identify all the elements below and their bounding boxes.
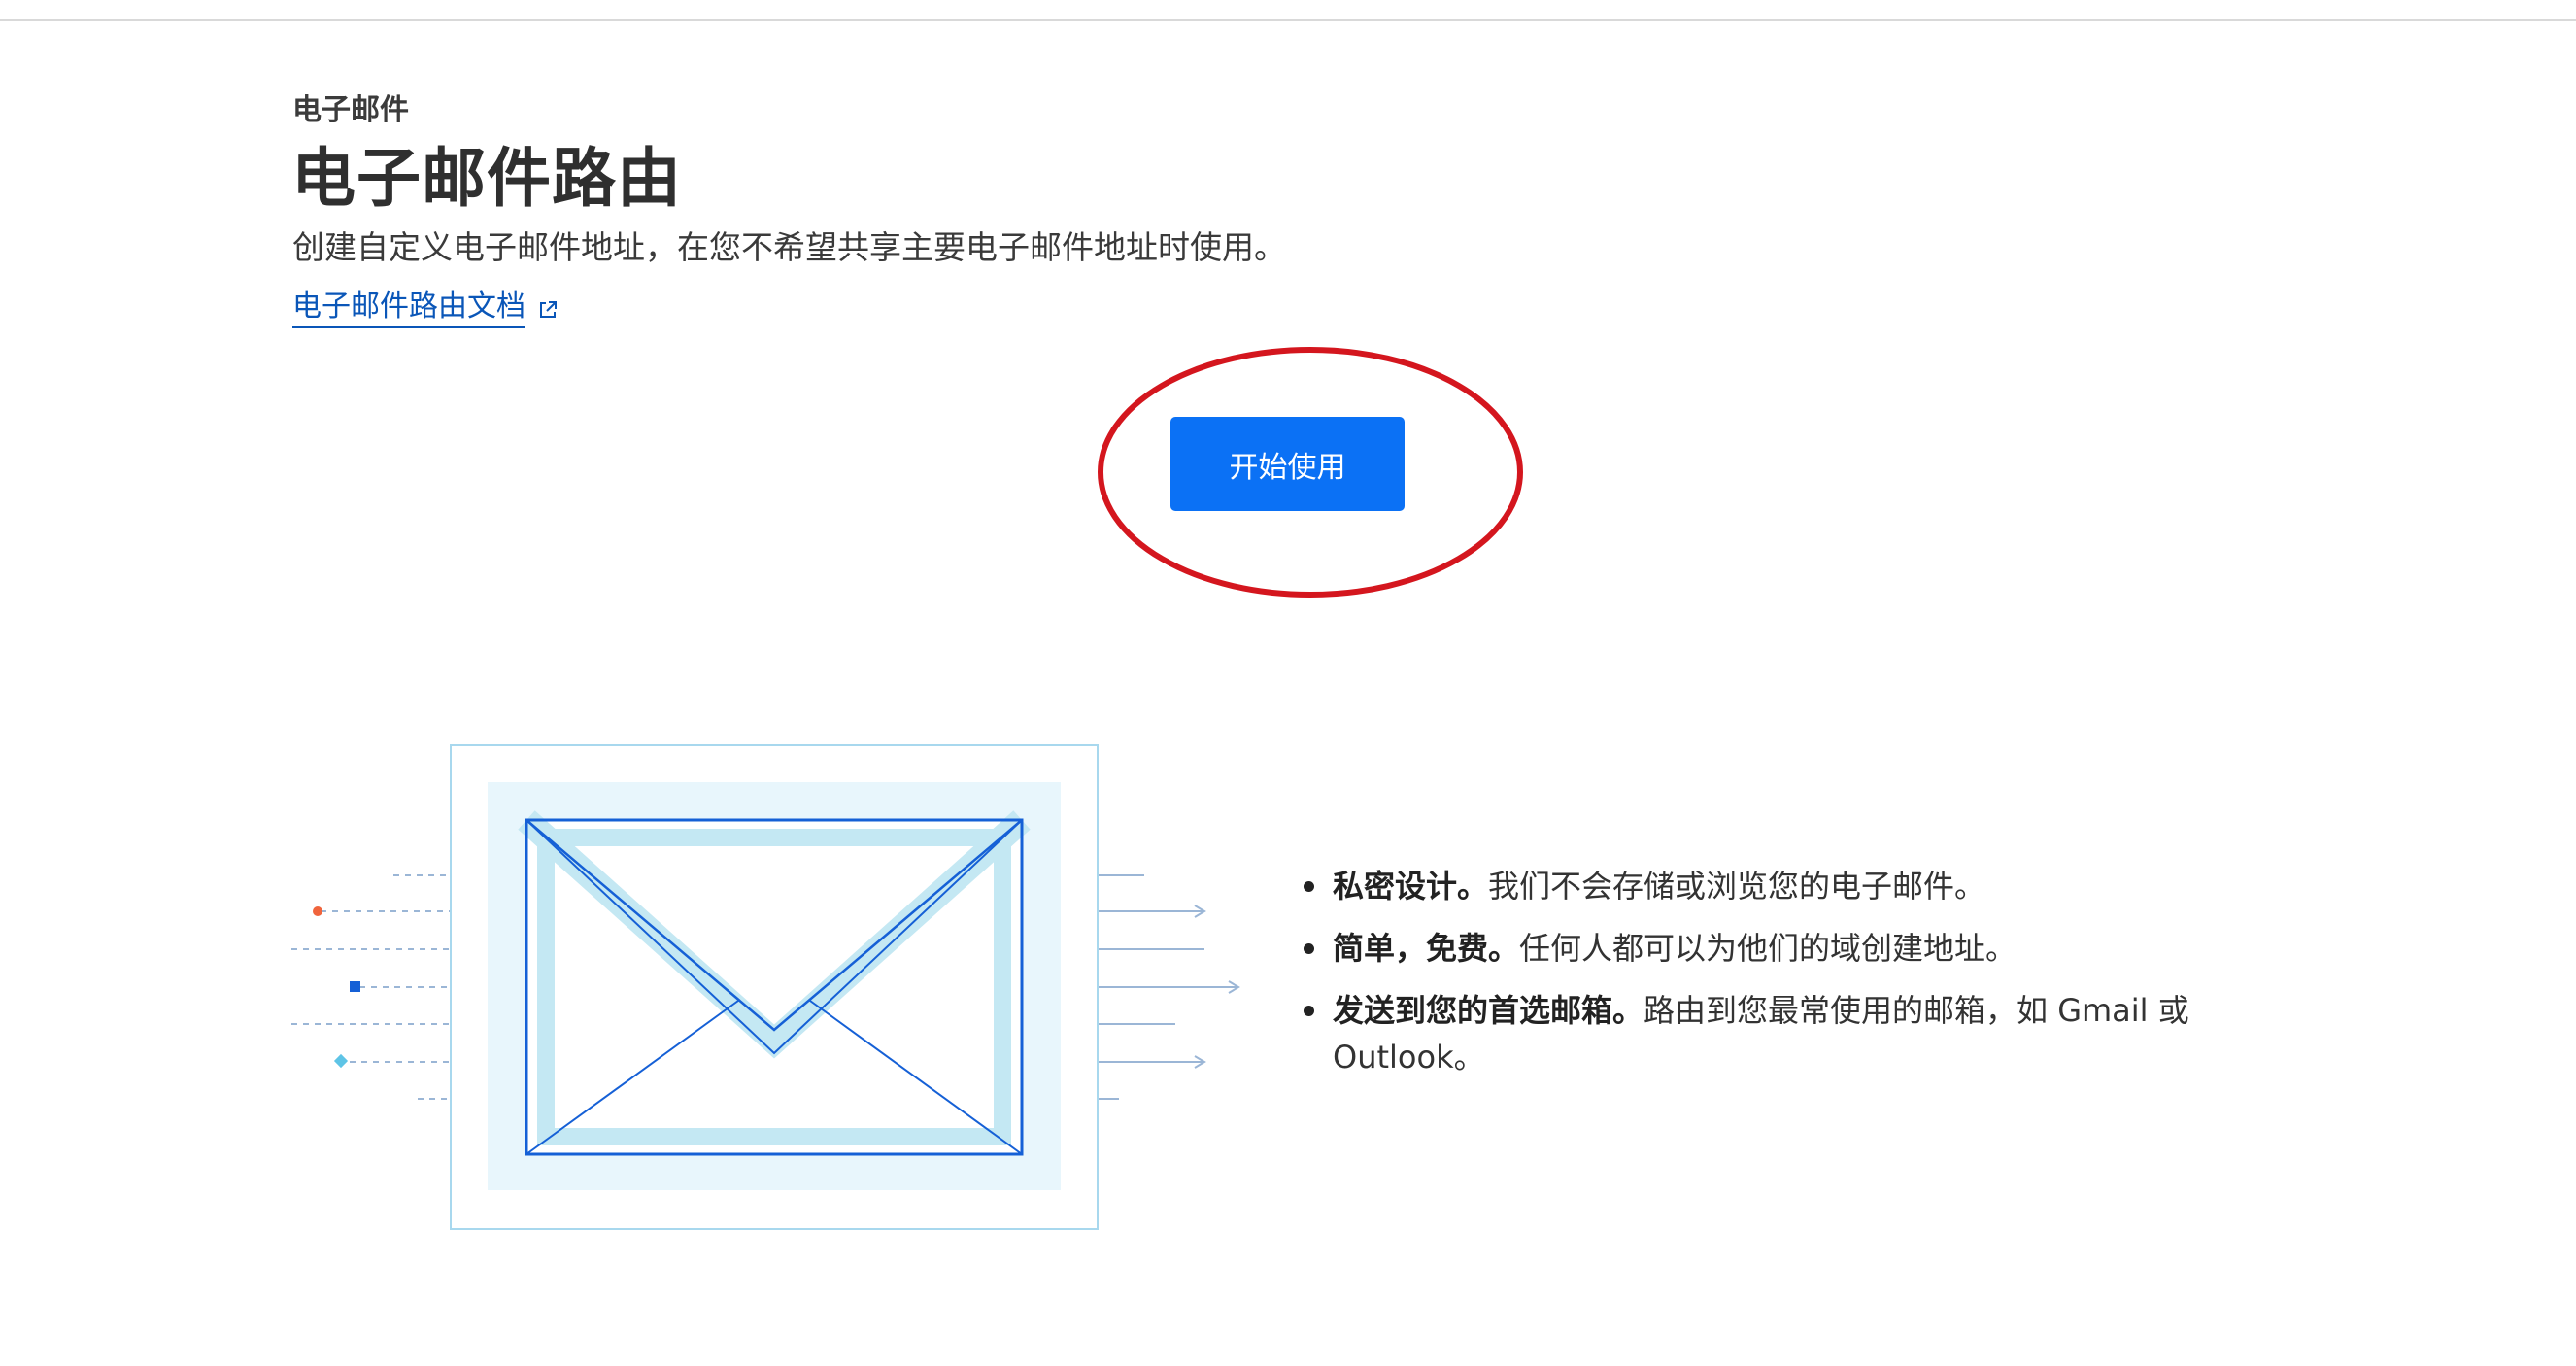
envelope-illustration [291,744,1240,1230]
feature-text: 我们不会存储或浏览您的电子邮件。 [1488,868,1986,905]
email-routing-page: 电子邮件 电子邮件路由 创建自定义电子邮件地址，在您不希望共享主要电子邮件地址时… [0,0,2576,1366]
top-divider [0,19,2576,21]
page-title: 电子邮件路由 [291,141,682,216]
feature-title: 简单，免费。 [1333,930,1520,967]
docs-link[interactable]: 电子邮件路由文档 [292,282,559,328]
page-description: 创建自定义电子邮件地址，在您不希望共享主要电子邮件地址时使用。 [292,228,1286,266]
blue-square-icon [350,981,360,992]
feature-text: 任何人都可以为他们的域创建地址。 [1519,930,2017,967]
start-button[interactable]: 开始使用 [1170,417,1405,511]
feature-title: 发送到您的首选邮箱。 [1333,992,1644,1029]
feature-list: 私密设计。我们不会存储或浏览您的电子邮件。 简单，免费。任何人都可以为他们的域创… [1302,863,2215,1096]
bullet-icon [1304,943,1314,954]
external-link-icon [537,294,559,318]
list-item: 简单，免费。任何人都可以为他们的域创建地址。 [1302,925,2215,972]
orange-dot-icon [313,906,322,916]
bullet-icon [1304,1006,1314,1016]
list-item: 私密设计。我们不会存储或浏览您的电子邮件。 [1302,863,2215,909]
bullet-icon [1304,881,1314,892]
teal-diamond-icon [333,1053,349,1069]
list-item: 发送到您的首选邮箱。路由到您最常使用的邮箱，如 Gmail 或 Outlook。 [1302,987,2215,1080]
section-eyebrow: 电子邮件 [292,93,409,127]
docs-link-label: 电子邮件路由文档 [292,282,525,328]
feature-title: 私密设计。 [1333,868,1489,905]
